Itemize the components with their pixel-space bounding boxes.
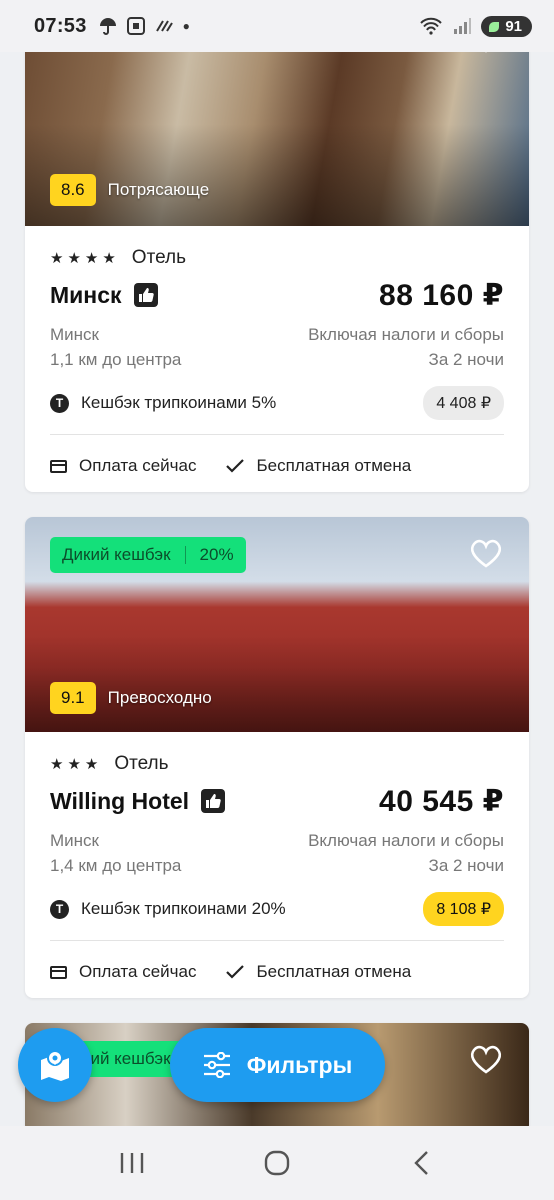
promo-label: Дикий кешбэк	[62, 545, 171, 564]
rating-word: Потрясающе	[107, 180, 210, 199]
recent-apps-icon	[121, 1153, 144, 1173]
back-icon	[413, 1151, 428, 1175]
tripcoin-icon: T	[50, 393, 69, 413]
stars: ★★★★	[50, 250, 120, 267]
stars-row: ★★★★ Отель	[50, 244, 504, 272]
rating-score: 8.6	[50, 174, 96, 206]
nfc-icon	[155, 20, 173, 32]
wifi-icon	[420, 17, 443, 35]
checkmark-icon	[226, 459, 245, 473]
price: 88 160 ₽	[379, 278, 504, 312]
filters-button[interactable]: Фильтры	[170, 1028, 385, 1102]
rating-score: 9.1	[50, 682, 96, 714]
wild-cashback-badge: Дикий кешбэк 20%	[50, 537, 246, 573]
tax-note: Включая налоги и сборы	[308, 831, 504, 850]
umbrella-icon	[99, 18, 116, 35]
back-button[interactable]	[392, 1133, 452, 1193]
hotel-card-body: ★★★★ Отель Минск 88 160 ₽ Минск 1,1 км д…	[25, 226, 529, 492]
system-nav-bar	[0, 1126, 554, 1200]
home-button[interactable]	[247, 1133, 307, 1193]
map-pin-icon	[41, 1050, 69, 1081]
cashback-text: Кешбэк трипкоинами 5%	[81, 393, 277, 412]
hotel-card[interactable]: Дикий кешбэк 20% 9.1 Превосходно ★★★ Оте…	[25, 517, 529, 998]
favorite-heart-icon[interactable]	[469, 537, 503, 569]
filters-label: Фильтры	[246, 1051, 353, 1078]
hotel-card-body: ★★★ Отель Willing Hotel 40 545 ₽ Минск 1…	[25, 732, 529, 998]
rating-block: 9.1 Превосходно	[50, 682, 212, 714]
checkmark-icon	[226, 965, 245, 979]
cancel-term: Бесплатная отмена	[256, 456, 412, 475]
hotel-city: Минск	[50, 831, 99, 850]
info-row: Минск 1,4 км до центра Включая налоги и …	[50, 828, 504, 878]
hotel-card[interactable]: 8.6 Потрясающе ★★★★ Отель Минск 88 160 ₽…	[25, 0, 529, 492]
thumbs-up-icon	[201, 789, 226, 813]
hotel-photo[interactable]: Дикий кешбэк 20% 9.1 Превосходно	[25, 517, 529, 732]
dot-icon: ●	[182, 19, 190, 33]
hotel-distance: 1,4 км до центра	[50, 856, 182, 875]
price: 40 545 ₽	[379, 784, 504, 818]
payment-term: Оплата сейчас	[79, 962, 197, 981]
thumbs-up-icon	[133, 283, 158, 307]
cashback-amount: 8 108 ₽	[423, 892, 504, 926]
terms-row: Оплата сейчас Бесплатная отмена	[50, 941, 504, 998]
nights-note: За 2 ночи	[428, 856, 504, 875]
cashback-row: T Кешбэк трипкоинами 5% 4 408 ₽	[50, 386, 504, 420]
hotel-name-wrap: Минск	[50, 282, 158, 309]
title-row: Willing Hotel 40 545 ₽	[50, 784, 504, 818]
hotel-type: Отель	[131, 247, 186, 268]
status-bar: 07:53 ● 91	[0, 0, 554, 52]
cashback-amount: 4 408 ₽	[423, 386, 504, 420]
status-time: 07:53	[34, 14, 87, 37]
title-row: Минск 88 160 ₽	[50, 278, 504, 312]
map-button[interactable]	[18, 1028, 92, 1102]
payment-term: Оплата сейчас	[79, 456, 197, 475]
stars: ★★★	[50, 756, 103, 773]
info-row: Минск 1,1 км до центра Включая налоги и …	[50, 322, 504, 372]
cashback-text: Кешбэк трипкоинами 20%	[81, 899, 286, 918]
stars-row: ★★★ Отель	[50, 750, 504, 778]
hotel-type: Отель	[114, 753, 169, 774]
signal-icon	[454, 18, 472, 34]
cashback-row: T Кешбэк трипкоинами 20% 8 108 ₽	[50, 892, 504, 926]
promo-percent: 20%	[199, 545, 234, 564]
tax-note: Включая налоги и сборы	[308, 325, 504, 344]
status-icons: ●	[99, 17, 190, 35]
home-icon	[264, 1150, 290, 1176]
hotel-name[interactable]: Минск	[50, 282, 122, 309]
screenshot-icon	[126, 17, 145, 35]
credit-card-icon	[50, 965, 67, 979]
sliders-icon	[203, 1052, 230, 1078]
hotel-name[interactable]: Willing Hotel	[50, 788, 189, 815]
rating-block: 8.6 Потрясающе	[50, 174, 209, 206]
hotel-distance: 1,1 км до центра	[50, 350, 182, 369]
battery-indicator: 91	[481, 15, 532, 37]
tripcoin-icon: T	[50, 899, 69, 919]
rating-word: Превосходно	[107, 688, 212, 707]
terms-row: Оплата сейчас Бесплатная отмена	[50, 435, 504, 492]
favorite-heart-icon[interactable]	[469, 1043, 503, 1075]
hotel-city: Минск	[50, 325, 99, 344]
credit-card-icon	[50, 459, 67, 473]
nights-note: За 2 ночи	[428, 350, 504, 369]
recent-apps-button[interactable]	[102, 1133, 162, 1193]
cancel-term: Бесплатная отмена	[256, 962, 412, 981]
hotel-name-wrap: Willing Hotel	[50, 788, 226, 815]
